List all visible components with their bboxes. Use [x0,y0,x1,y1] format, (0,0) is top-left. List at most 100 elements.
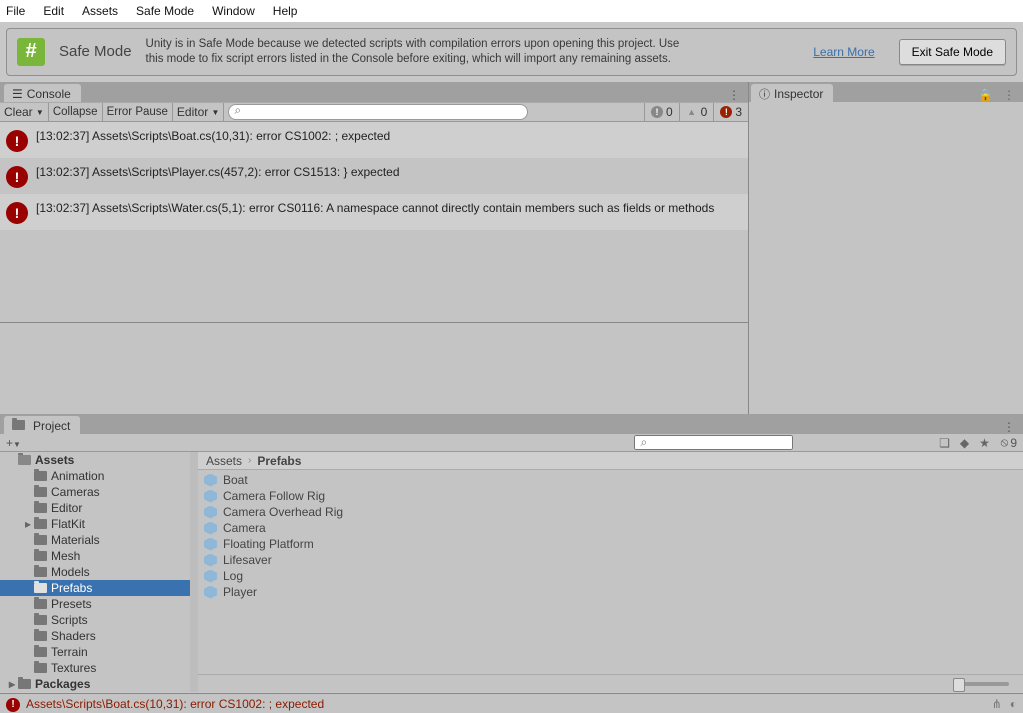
tab-console[interactable]: ☰ Console [4,84,81,102]
tree-item[interactable]: Terrain [0,644,190,660]
console-info-count-toggle[interactable]: !0 [644,103,679,121]
console-clear-button[interactable]: Clear ▼ [0,103,49,121]
folder-icon [34,487,47,497]
tree-item[interactable]: Editor [0,500,190,516]
console-detail-pane [0,322,748,414]
tree-item-label: Prefabs [51,581,92,595]
folder-icon [12,419,29,433]
warning-icon: ▲ [686,106,698,118]
console-message-row[interactable]: ! [13:02:37] Assets\Scripts\Boat.cs(10,3… [0,122,748,158]
menu-window[interactable]: Window [212,4,255,18]
tree-item-label: Cameras [51,485,100,499]
console-message-row[interactable]: ! [13:02:37] Assets\Scripts\Water.cs(5,1… [0,194,748,230]
prefab-icon [204,522,217,535]
folder-icon [34,551,47,561]
asset-item-label: Camera [223,521,266,535]
tree-item[interactable]: Models [0,564,190,580]
learn-more-link[interactable]: Learn More [813,45,874,59]
menu-edit[interactable]: Edit [43,4,64,18]
info-icon: ⓘ [759,86,770,102]
tree-item[interactable]: Cameras [0,484,190,500]
expand-toggle-icon[interactable]: ▸ [6,677,18,691]
tree-item[interactable]: Animation [0,468,190,484]
tree-item[interactable]: Assets [0,452,190,468]
notifications-icon[interactable]: ⋔ [992,697,1002,711]
tab-project[interactable]: Project [4,416,80,434]
menu-help[interactable]: Help [273,4,298,18]
asset-item[interactable]: Floating Platform [204,536,1017,552]
panel-menu-icon[interactable]: ⋮ [728,88,740,102]
asset-item-label: Log [223,569,243,583]
folder-icon [34,567,47,577]
asset-item[interactable]: Camera Overhead Rig [204,504,1017,520]
project-search-input[interactable] [634,435,793,450]
asset-item[interactable]: Boat [204,472,1017,488]
folder-icon [34,615,47,625]
asset-item[interactable]: Log [204,568,1017,584]
activity-icon[interactable]: ◐ [1010,697,1017,711]
menu-assets[interactable]: Assets [82,4,118,18]
prefab-icon [204,490,217,503]
console-search-input[interactable] [228,104,528,120]
error-icon: ! [6,130,28,152]
console-error-count-toggle[interactable]: !3 [713,103,748,121]
folder-icon [18,455,31,465]
banner-message: Unity is in Safe Mode because we detecte… [146,37,686,67]
console-warn-count-toggle[interactable]: ▲0 [679,103,714,121]
project-folder-tree[interactable]: AssetsAnimationCamerasEditor▸FlatKitMate… [0,452,198,692]
exit-safe-mode-button[interactable]: Exit Safe Mode [899,39,1006,65]
info-icon: ! [651,106,663,118]
safe-mode-banner: # Safe Mode Unity is in Safe Mode becaus… [6,28,1017,76]
project-breadcrumb[interactable]: Assets › Prefabs [198,452,1023,470]
search-by-label-button[interactable]: ◆ [954,436,974,450]
chevron-right-icon: › [248,455,251,466]
tree-item[interactable]: Materials [0,532,190,548]
asset-item[interactable]: Camera Follow Rig [204,488,1017,504]
panel-menu-icon[interactable]: ⋮ [1003,420,1015,434]
folder-icon [34,535,47,545]
prefab-icon [204,506,217,519]
asset-item[interactable]: Camera [204,520,1017,536]
tree-item-label: Models [51,565,90,579]
console-panel: ☰ Console ⋮ Clear ▼ Collapse Error Pause… [0,82,748,414]
tree-item-label: Assets [35,453,74,467]
asset-item-label: Floating Platform [223,537,314,551]
tree-item[interactable]: Textures [0,660,190,676]
asset-item-label: Player [223,585,257,599]
console-collapse-button[interactable]: Collapse [49,103,103,121]
console-message-row[interactable]: ! [13:02:37] Assets\Scripts\Player.cs(45… [0,158,748,194]
thumbnail-size-slider[interactable] [953,682,1009,686]
tree-item[interactable]: ▸Packages [0,676,190,692]
dropdown-icon: ▼ [211,108,219,117]
hidden-packages-toggle[interactable]: ⦸9 [994,435,1023,450]
tree-item[interactable]: Shaders [0,628,190,644]
console-error-pause-button[interactable]: Error Pause [103,103,173,121]
prefab-icon [204,554,217,567]
asset-item[interactable]: Player [204,584,1017,600]
prefab-icon [204,538,217,551]
inspector-panel: ⓘ Inspector 🔒 ⋮ [748,82,1023,414]
save-search-button[interactable]: ★ [974,436,994,450]
prefab-icon [204,586,217,599]
search-by-type-button[interactable]: ❏ [934,436,954,450]
asset-item-label: Camera Follow Rig [223,489,325,503]
tree-item[interactable]: Presets [0,596,190,612]
status-bar[interactable]: ! Assets\Scripts\Boat.cs(10,31): error C… [0,693,1023,713]
folder-icon [34,663,47,673]
tree-item[interactable]: ▸FlatKit [0,516,190,532]
tab-inspector[interactable]: ⓘ Inspector [751,84,833,102]
tree-item[interactable]: Scripts [0,612,190,628]
tree-item-label: Textures [51,661,96,675]
breadcrumb-root[interactable]: Assets [206,454,242,468]
expand-toggle-icon[interactable]: ▸ [22,517,34,531]
menu-safemode[interactable]: Safe Mode [136,4,194,18]
project-add-button[interactable]: +▼ [0,436,27,450]
folder-icon [34,471,47,481]
asset-item[interactable]: Lifesaver [204,552,1017,568]
console-editor-dropdown[interactable]: Editor ▼ [173,103,224,121]
panel-menu-icon[interactable]: ⋮ [1003,88,1015,102]
tree-item[interactable]: Mesh [0,548,190,564]
lock-icon[interactable]: 🔒 [978,88,993,102]
menu-file[interactable]: File [6,4,25,18]
tree-item[interactable]: Prefabs [0,580,190,596]
